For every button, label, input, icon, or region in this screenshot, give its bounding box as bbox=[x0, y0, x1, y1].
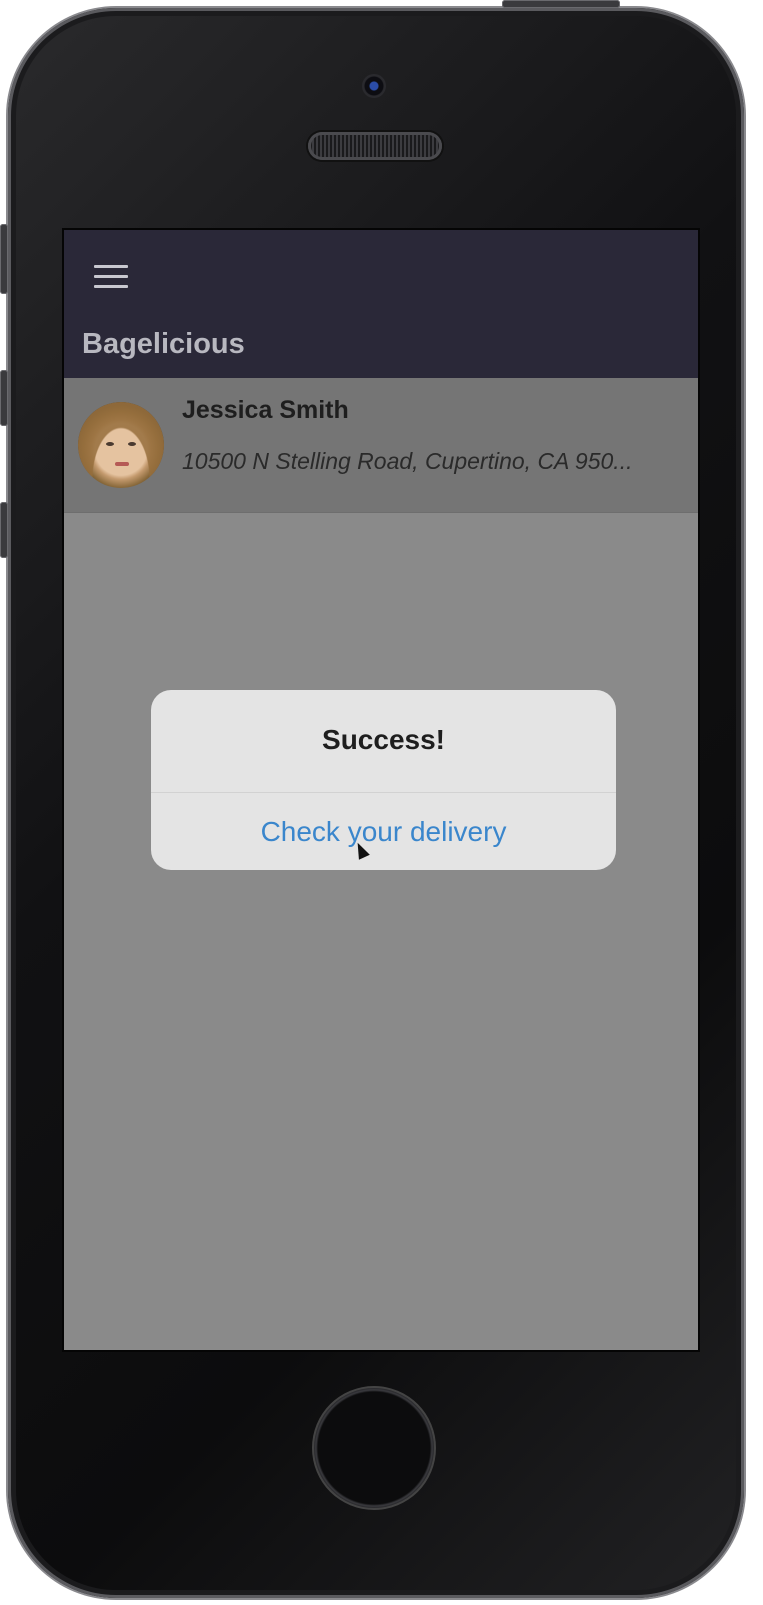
check-delivery-button[interactable]: Check your delivery bbox=[151, 793, 616, 870]
hamburger-menu-icon[interactable] bbox=[94, 262, 130, 290]
success-alert-dialog: Success! Check your delivery bbox=[151, 690, 616, 870]
volume-up-button bbox=[0, 370, 8, 426]
home-button[interactable] bbox=[312, 1386, 436, 1510]
front-camera-icon bbox=[362, 74, 386, 98]
customer-address: 10500 N Stelling Road, Cupertino, CA 950… bbox=[182, 448, 633, 474]
volume-down-button bbox=[0, 502, 8, 558]
customer-name: Jessica Smith bbox=[182, 396, 349, 424]
navigation-bar: Bagelicious bbox=[64, 230, 698, 378]
alert-title: Success! bbox=[322, 724, 445, 755]
phone-frame: Bagelicious Jessica Smith 10500 N Stelli… bbox=[0, 0, 744, 1598]
earpiece-speaker bbox=[308, 132, 442, 160]
avatar bbox=[78, 402, 164, 488]
app-screen: Bagelicious Jessica Smith 10500 N Stelli… bbox=[64, 230, 698, 1350]
power-button bbox=[502, 0, 620, 8]
silent-switch bbox=[0, 224, 8, 294]
customer-list-item[interactable]: Jessica Smith 10500 N Stelling Road, Cup… bbox=[64, 378, 698, 513]
app-title: Bagelicious bbox=[82, 328, 245, 360]
